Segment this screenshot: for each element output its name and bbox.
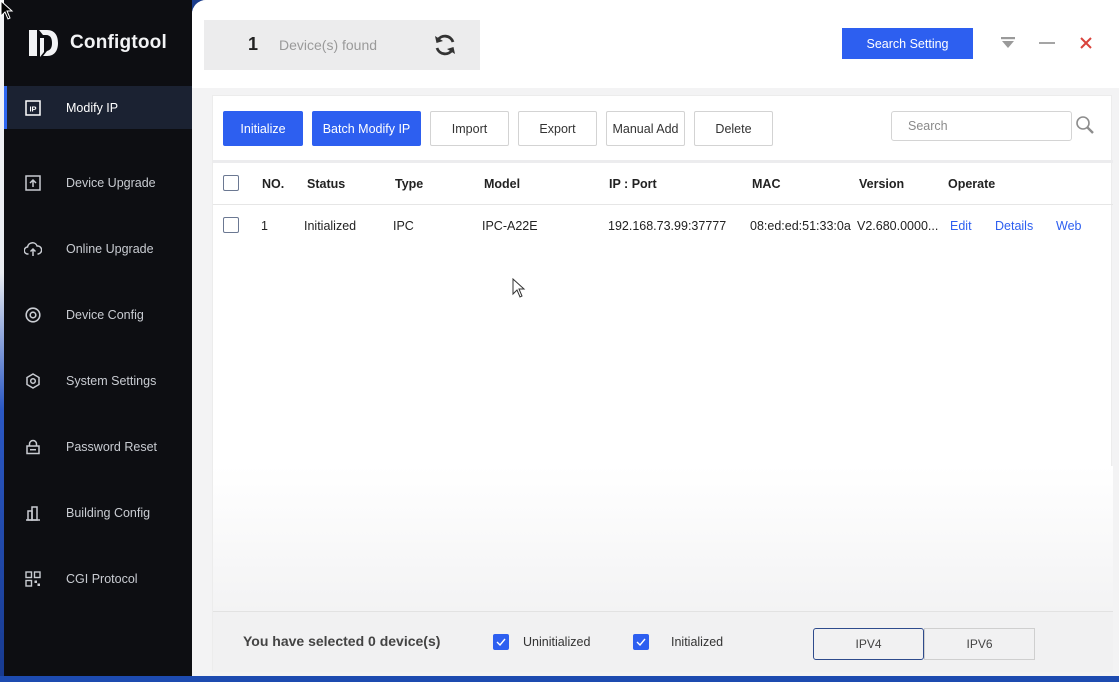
import-button[interactable]: Import (430, 111, 509, 146)
top-bar: 1 Device(s) found Search Setting (192, 0, 1119, 88)
initialize-button[interactable]: Initialize (223, 111, 303, 146)
table-header: NO. Status Type Model IP : Port MAC Vers… (213, 163, 1113, 205)
column-header-ip-port: IP : Port (609, 177, 657, 191)
lock-icon (24, 438, 42, 456)
devices-found-count: 1 (248, 34, 259, 54)
select-all-checkbox[interactable] (223, 175, 239, 191)
toolbar: Initialize Batch Modify IP Import Export… (213, 96, 1113, 160)
column-header-model: Model (484, 177, 521, 191)
footer-bar: You have selected 0 device(s) Uninitiali… (213, 611, 1113, 672)
cell-model: IPC-A22E (482, 219, 538, 233)
uninitialized-filter-checkbox[interactable] (493, 634, 509, 650)
gear-icon (24, 372, 42, 390)
upgrade-icon (24, 174, 42, 192)
dropdown-menu-icon[interactable] (998, 33, 1018, 53)
sidebar-item-label: CGI Protocol (66, 572, 138, 586)
column-header-operate: Operate (948, 177, 996, 191)
column-header-type: Type (395, 177, 424, 191)
batch-modify-ip-button[interactable]: Batch Modify IP (312, 111, 421, 146)
sidebar-item-online-upgrade[interactable]: Online Upgrade (4, 216, 192, 282)
column-header-version: Version (859, 177, 905, 191)
row-checkbox[interactable] (223, 217, 239, 233)
taskbar-strip (0, 676, 1119, 682)
sidebar-item-label: Password Reset (66, 440, 158, 454)
table-empty-area (213, 466, 1113, 611)
building-icon (24, 504, 42, 522)
devices-found-label: Device(s) found (279, 37, 378, 53)
minimize-icon[interactable] (1037, 33, 1057, 53)
ipv6-tab[interactable]: IPV6 (924, 628, 1035, 660)
refresh-icon[interactable] (432, 32, 458, 58)
cell-type: IPC (393, 219, 414, 233)
sidebar: Configtool IP Modify IP Device Upgrade O… (4, 0, 192, 677)
configtool-logo-icon (29, 30, 58, 57)
app-name: Configtool (70, 32, 167, 53)
sidebar-item-system-settings[interactable]: System Settings (4, 348, 192, 414)
uninitialized-filter-label: Uninitialized (523, 635, 591, 649)
export-button[interactable]: Export (518, 111, 597, 146)
delete-button[interactable]: Delete (694, 111, 773, 146)
table-row[interactable]: 1 Initialized IPC IPC-A22E 192.168.73.99… (213, 205, 1113, 245)
sidebar-item-label: Device Config (66, 308, 144, 322)
sidebar-item-label: System Settings (66, 374, 157, 388)
initialized-filter-label: Initialized (671, 635, 724, 649)
sidebar-item-label: Device Upgrade (66, 176, 156, 190)
grid-icon (24, 570, 42, 588)
sidebar-item-device-config[interactable]: Device Config (4, 282, 192, 348)
brand: Configtool (26, 26, 167, 60)
cell-mac: 08:ed:ed:51:33:0a (750, 219, 851, 233)
sidebar-item-cgi-protocol[interactable]: CGI Protocol (4, 546, 192, 612)
ipv4-tab[interactable]: IPV4 (813, 628, 924, 660)
sidebar-item-device-upgrade[interactable]: Device Upgrade (4, 150, 192, 216)
target-icon (24, 306, 42, 324)
column-header-mac: MAC (752, 177, 781, 191)
manual-add-button[interactable]: Manual Add (606, 111, 685, 146)
cell-ip-port: 192.168.73.99:37777 (608, 219, 727, 233)
selected-count-text: You have selected 0 device(s) (243, 633, 441, 649)
details-link[interactable]: Details (995, 219, 1033, 233)
main-window: 1 Device(s) found Search Setting Initial… (192, 0, 1119, 677)
initialized-filter-checkbox[interactable] (633, 634, 649, 650)
device-list-panel: Initialize Batch Modify IP Import Export… (212, 95, 1113, 672)
search-icon[interactable] (1075, 115, 1095, 135)
ip-version-toggle: IPV4 IPV6 (813, 628, 1035, 660)
devices-found-box: 1 Device(s) found (204, 20, 480, 70)
edit-link[interactable]: Edit (950, 219, 972, 233)
sidebar-item-building-config[interactable]: Building Config (4, 480, 192, 546)
cell-version: V2.680.0000... (857, 219, 939, 233)
close-icon[interactable] (1076, 33, 1096, 53)
cell-no: 1 (261, 219, 268, 233)
cloud-upload-icon (24, 240, 42, 258)
column-header-no: NO. (262, 177, 285, 191)
sidebar-item-modify-ip[interactable]: IP Modify IP (4, 86, 192, 129)
sidebar-item-label: Modify IP (66, 100, 119, 115)
search-input[interactable] (891, 111, 1072, 141)
column-header-status: Status (307, 177, 346, 191)
ip-icon: IP (24, 99, 42, 117)
sidebar-item-password-reset[interactable]: Password Reset (4, 414, 192, 480)
search-setting-button[interactable]: Search Setting (842, 28, 973, 59)
svg-text:IP: IP (29, 104, 36, 113)
sidebar-item-label: Building Config (66, 506, 151, 520)
web-link[interactable]: Web (1056, 219, 1081, 233)
sidebar-nav: IP Modify IP Device Upgrade Online Upgra… (4, 86, 192, 612)
sidebar-item-label: Online Upgrade (66, 242, 154, 256)
cell-status: Initialized (304, 219, 357, 233)
